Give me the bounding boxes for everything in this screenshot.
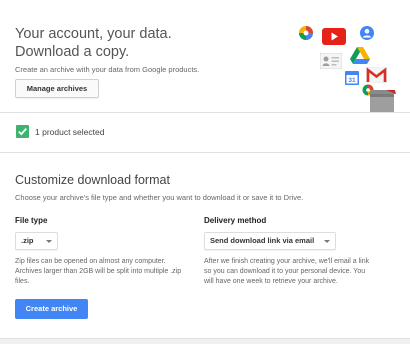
desc-line: so you can download it to your personal … (204, 268, 366, 275)
section-subtitle: Choose your archive's file type and whet… (15, 193, 304, 202)
hero-panel: Your account, your data. Download a copy… (0, 0, 410, 112)
customize-format-panel: Customize download format Choose your ar… (0, 153, 410, 338)
delivery-method-heading: Delivery method (204, 216, 267, 225)
delivery-method-description: After we finish creating your archive, w… (204, 257, 369, 287)
file-type-value: .zip (21, 236, 34, 245)
calendar-icon: 31 (345, 71, 359, 85)
page-title: Your account, your data. Download a copy… (15, 25, 172, 61)
delivery-method-value: Send download link via email (210, 236, 315, 245)
create-archive-button[interactable]: Create archive (15, 299, 88, 319)
product-count-label: 1 product selected (35, 127, 105, 137)
drive-icon (350, 47, 370, 64)
gmail-icon (366, 67, 387, 83)
divider (0, 338, 410, 339)
youtube-icon (322, 28, 346, 45)
manage-archives-button[interactable]: Manage archives (15, 79, 99, 98)
delivery-method-select[interactable]: Send download link via email (204, 232, 336, 250)
desc-line: After we finish creating your archive, w… (204, 258, 370, 265)
svg-text:31: 31 (348, 77, 356, 84)
product-icons-illustration: 31 (290, 20, 400, 112)
file-type-select[interactable]: .zip (15, 232, 58, 250)
chevron-down-icon (324, 240, 330, 243)
checkmark-icon (18, 127, 27, 136)
archive-box-icon (368, 90, 396, 112)
file-type-heading: File type (15, 216, 48, 225)
hero-subtitle: Create an archive with your data from Go… (15, 65, 200, 74)
photos-icon (299, 26, 313, 40)
file-type-description: Zip files can be opened on almost any co… (15, 257, 181, 287)
desc-line: Zip files can be opened on almost any co… (15, 258, 166, 265)
title-line-1: Your account, your data. (15, 26, 172, 42)
title-line-2: Download a copy. (15, 44, 130, 60)
product-selection-row: 1 product selected (0, 113, 410, 152)
desc-line: will have one week to retrieve your arch… (204, 278, 338, 285)
desc-line: Archives larger than 2GB will be split i… (15, 268, 182, 275)
desc-line: files. (15, 278, 30, 285)
section-title: Customize download format (15, 173, 170, 187)
profile-icon (360, 26, 374, 40)
chevron-down-icon (46, 240, 52, 243)
selected-checkbox[interactable] (16, 125, 29, 138)
contacts-icon (320, 53, 342, 69)
